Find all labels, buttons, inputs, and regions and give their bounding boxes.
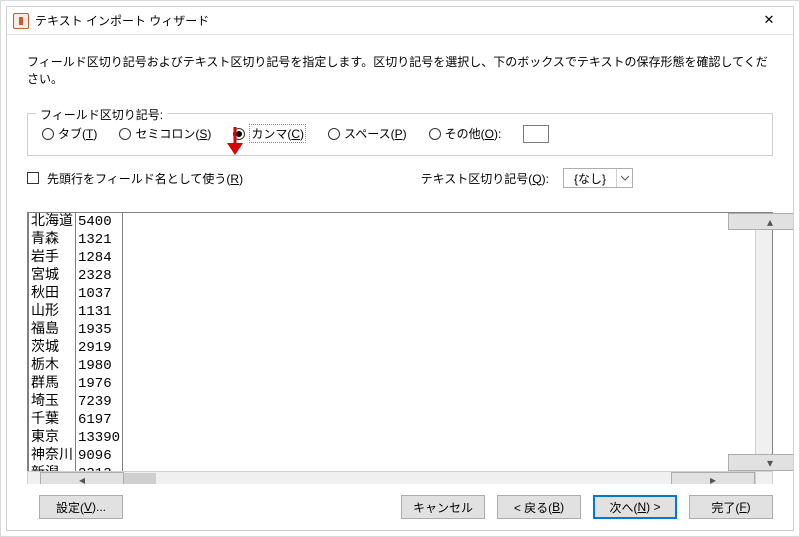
scroll-up-icon[interactable]: ▴ xyxy=(728,213,793,230)
table-row: 青森1321 xyxy=(29,231,123,249)
window-title: テキスト インポート ウィザード xyxy=(35,12,749,29)
text-qualifier-select[interactable]: {なし} xyxy=(563,168,633,188)
instruction-text: フィールド区切り記号およびテキスト区切り記号を指定します。区切り記号を選択し、下… xyxy=(27,53,773,87)
radio-icon xyxy=(119,128,131,140)
table-row: 宮城2328 xyxy=(29,267,123,285)
scroll-right-icon[interactable]: ▸ xyxy=(671,472,755,484)
table-row: 東京13390 xyxy=(29,429,123,447)
settings-button[interactable]: 設定(V)... xyxy=(39,495,123,519)
first-row-fieldname-label: 先頭行をフィールド名として使う(R) xyxy=(47,170,243,187)
table-row: 栃木1980 xyxy=(29,357,123,375)
radio-icon xyxy=(233,128,245,140)
first-row-fieldname-checkbox[interactable] xyxy=(27,172,39,184)
close-button[interactable]: ✕ xyxy=(749,7,789,34)
table-row: 埼玉7239 xyxy=(29,393,123,411)
cancel-button[interactable]: キャンセル xyxy=(401,495,485,519)
delimiter-other-input[interactable] xyxy=(523,125,549,143)
text-qualifier-label: テキスト区切り記号(Q): xyxy=(421,170,549,187)
preview-pane: 北海道5400青森1321岩手1284宮城2328秋田1037山形1131福島1… xyxy=(27,212,773,472)
table-row: 北海道5400 xyxy=(29,213,123,231)
delimiter-space-radio[interactable]: スペース(P) xyxy=(328,125,407,142)
app-icon xyxy=(13,13,29,29)
footer: 設定(V)... キャンセル < 戻る(B) 次へ(N) > 完了(F) xyxy=(7,484,793,530)
table-row: 山形1131 xyxy=(29,303,123,321)
next-button[interactable]: 次へ(N) > xyxy=(593,495,677,519)
finish-button[interactable]: 完了(F) xyxy=(689,495,773,519)
wizard-body: フィールド区切り記号およびテキスト区切り記号を指定します。区切り記号を選択し、下… xyxy=(7,35,793,484)
chevron-down-icon xyxy=(616,169,632,187)
table-row: 茨城2919 xyxy=(29,339,123,357)
scroll-down-icon[interactable]: ▾ xyxy=(728,454,793,471)
table-row: 千葉6197 xyxy=(29,411,123,429)
delimiter-legend: フィールド区切り記号: xyxy=(36,106,167,123)
table-row: 福島1935 xyxy=(29,321,123,339)
radio-icon xyxy=(328,128,340,140)
delimiter-comma-radio[interactable]: カンマ(C) xyxy=(233,124,306,143)
delimiter-tab-radio[interactable]: タブ(T) xyxy=(42,125,97,142)
table-row: 岩手1284 xyxy=(29,249,123,267)
delimiter-semicolon-radio[interactable]: セミコロン(S) xyxy=(119,125,211,142)
radio-icon xyxy=(429,128,441,140)
scroll-thumb[interactable] xyxy=(124,473,156,485)
table-row: 秋田1037 xyxy=(29,285,123,303)
horizontal-scrollbar[interactable]: ◂ ▸ xyxy=(27,471,773,484)
table-row: 群馬1976 xyxy=(29,375,123,393)
delimiter-fieldset: フィールド区切り記号: タブ(T) セミコロン(S) カンマ(C) xyxy=(27,113,773,156)
scroll-left-icon[interactable]: ◂ xyxy=(40,472,124,484)
text-qualifier-value: {なし} xyxy=(564,170,616,187)
delimiter-other-radio[interactable]: その他(O): xyxy=(429,125,502,142)
vertical-scrollbar[interactable]: ▴ ▾ xyxy=(755,213,772,471)
titlebar: テキスト インポート ウィザード ✕ xyxy=(7,7,793,35)
table-row: 新潟2313 xyxy=(29,465,123,471)
table-row: 神奈川9096 xyxy=(29,447,123,465)
preview-content: 北海道5400青森1321岩手1284宮城2328秋田1037山形1131福島1… xyxy=(28,213,755,471)
radio-icon xyxy=(42,128,54,140)
back-button[interactable]: < 戻る(B) xyxy=(497,495,581,519)
